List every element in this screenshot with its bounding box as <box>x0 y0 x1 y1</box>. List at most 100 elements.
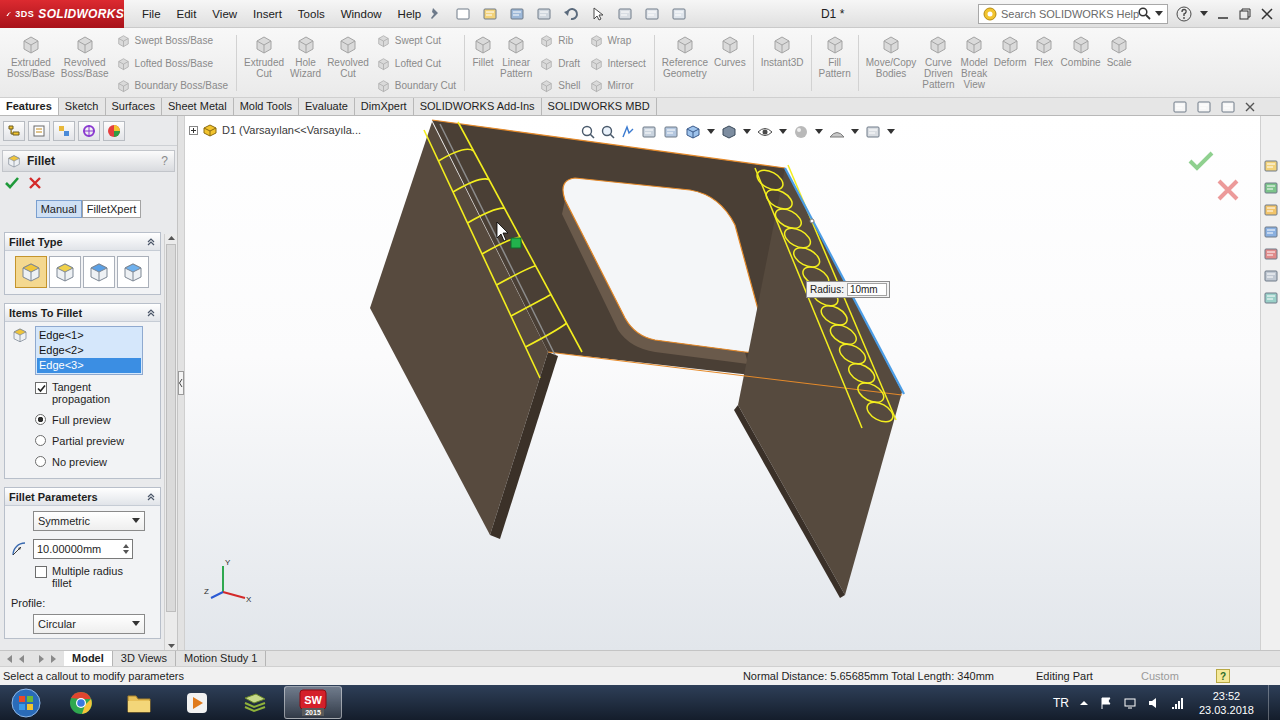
ribbon-button[interactable]: Revolved Cut <box>324 33 372 79</box>
ribbon-button[interactable]: Extruded Boss/Base <box>4 33 58 79</box>
ribbon-button[interactable]: Deform <box>991 33 1030 68</box>
model-tab[interactable]: 3D Views <box>113 651 176 666</box>
cancel-icon[interactable] <box>29 177 41 189</box>
ribbon-button[interactable]: Revolved Boss/Base <box>58 33 112 79</box>
scroll-up-icon[interactable] <box>167 234 176 243</box>
model-tab[interactable]: Model <box>64 651 113 666</box>
open-icon[interactable] <box>482 6 498 22</box>
ribbon-small-button[interactable]: Boundary Boss/Base <box>116 78 228 93</box>
edge-list[interactable]: Edge<1>Edge<2>Edge<3> <box>35 326 143 375</box>
previous-view-icon[interactable] <box>621 125 635 139</box>
save-icon[interactable] <box>509 6 525 22</box>
pin-icon[interactable] <box>429 7 441 21</box>
taskbar-app[interactable]: SW2015 <box>284 686 342 719</box>
ribbon-small-button[interactable]: Lofted Boss/Base <box>116 56 228 71</box>
ribbon-small-button[interactable]: Lofted Cut <box>376 56 456 71</box>
preview-radio[interactable]: Full preview <box>35 409 160 430</box>
panel-splitter[interactable] <box>178 116 185 650</box>
dropdown-arrow-icon[interactable] <box>743 129 751 135</box>
ribbon-small-button[interactable]: Swept Cut <box>376 33 456 48</box>
dropdown-arrow-icon[interactable] <box>707 129 715 135</box>
view-orientation-icon[interactable] <box>685 124 701 140</box>
display-style-icon[interactable] <box>721 124 737 140</box>
ribbon-button[interactable]: Fill Pattern <box>816 33 854 79</box>
network-icon[interactable] <box>1123 696 1137 710</box>
right-leg[interactable] <box>738 168 902 595</box>
radius-callout[interactable]: Radius:10mm <box>806 281 890 298</box>
preview-radio[interactable]: Partial preview <box>35 430 160 451</box>
menu-item[interactable]: Help <box>390 8 430 20</box>
radius-input[interactable]: 10.00000mm <box>33 539 133 559</box>
restore-icon[interactable] <box>1238 7 1252 21</box>
profile-select[interactable]: Circular <box>33 614 145 634</box>
tab-scroll-icon[interactable] <box>4 654 58 664</box>
taskbar-app[interactable] <box>168 686 226 719</box>
dropdown-arrow-icon[interactable] <box>132 621 140 627</box>
ribbon-small-button[interactable]: Swept Boss/Base <box>116 33 228 48</box>
command-tab[interactable]: SOLIDWORKS MBD <box>542 98 657 115</box>
scroll-thumb[interactable] <box>166 244 176 612</box>
mode-button[interactable]: Manual <box>36 200 82 218</box>
file-properties-icon[interactable] <box>644 6 660 22</box>
doc-restore-icon[interactable] <box>1220 99 1236 115</box>
taskbar-app[interactable] <box>226 686 284 719</box>
menu-item[interactable]: Edit <box>169 8 205 20</box>
fillet-type-button[interactable] <box>15 256 47 288</box>
selected-edge[interactable] <box>785 168 904 394</box>
manager-tab[interactable] <box>103 121 125 141</box>
command-tab[interactable]: Features <box>0 98 59 115</box>
dropdown-arrow-icon[interactable] <box>1155 11 1163 17</box>
ribbon-small-button[interactable]: Shell <box>539 78 580 93</box>
menu-item[interactable]: Tools <box>290 8 333 20</box>
language-indicator[interactable]: TR <box>1053 696 1069 710</box>
scene-icon[interactable] <box>829 124 845 140</box>
fillet-type-button[interactable] <box>83 256 115 288</box>
collapse-icon[interactable] <box>146 237 156 247</box>
graphics-area[interactable]: D1 (Varsayılan<<Varsayıla...Radius:10mmY… <box>185 116 1260 650</box>
options-icon[interactable] <box>671 6 687 22</box>
ribbon-small-button[interactable]: Draft <box>539 56 580 71</box>
ribbon-small-button[interactable]: Wrap <box>589 33 646 48</box>
expand-icon[interactable] <box>189 126 198 135</box>
collapse-icon[interactable] <box>146 492 156 502</box>
menu-item[interactable]: Window <box>333 8 390 20</box>
zoom-area-icon[interactable] <box>601 125 615 139</box>
help-button[interactable]: ? <box>161 154 168 168</box>
model-view[interactable] <box>185 116 1260 650</box>
dropdown-arrow-icon[interactable] <box>779 129 787 135</box>
edge-item[interactable]: Edge<1> <box>37 328 141 343</box>
ribbon-button[interactable]: Hole Wizard <box>287 33 324 79</box>
show-hidden-icon[interactable] <box>1079 698 1089 708</box>
custom-properties-icon[interactable] <box>1263 268 1279 284</box>
app-logo[interactable]: 3DSSOLIDWORKS <box>0 0 124 28</box>
section-view-icon[interactable] <box>641 124 657 140</box>
spinner-icon[interactable] <box>122 542 130 556</box>
signal-icon[interactable] <box>1171 696 1185 710</box>
scrollbar[interactable] <box>164 234 177 650</box>
rebuild-icon[interactable] <box>617 6 633 22</box>
dropdown-arrow-icon[interactable] <box>815 129 823 135</box>
menu-item[interactable]: File <box>134 8 169 20</box>
menu-item[interactable]: Insert <box>245 8 290 20</box>
magnifier-icon[interactable] <box>1138 7 1151 20</box>
dropdown-arrow-icon[interactable] <box>887 129 895 135</box>
unit-system[interactable]: Custom <box>1141 670 1216 682</box>
dropdown-arrow-icon[interactable] <box>1200 11 1208 17</box>
collapse-arrow-icon[interactable] <box>178 371 184 395</box>
zoom-fit-icon[interactable] <box>581 125 595 139</box>
ribbon-small-button[interactable]: Boundary Cut <box>376 78 456 93</box>
drag-handle[interactable] <box>511 238 521 248</box>
quick-tips-button[interactable]: ? <box>1216 669 1230 683</box>
appearance-icon[interactable] <box>793 124 809 140</box>
doc-close-icon[interactable] <box>1244 101 1256 113</box>
ok-icon[interactable] <box>1188 150 1214 172</box>
tile-icon[interactable] <box>1172 99 1188 115</box>
new-document-icon[interactable] <box>455 6 471 22</box>
start-button[interactable] <box>0 685 52 720</box>
ribbon-button[interactable]: Reference Geometry <box>659 33 711 79</box>
appearances-icon[interactable] <box>1263 246 1279 262</box>
ribbon-button[interactable]: Extruded Cut <box>241 33 287 79</box>
fillet-type-button[interactable] <box>117 256 149 288</box>
menu-item[interactable]: View <box>204 8 245 20</box>
undo-icon[interactable] <box>563 6 579 22</box>
